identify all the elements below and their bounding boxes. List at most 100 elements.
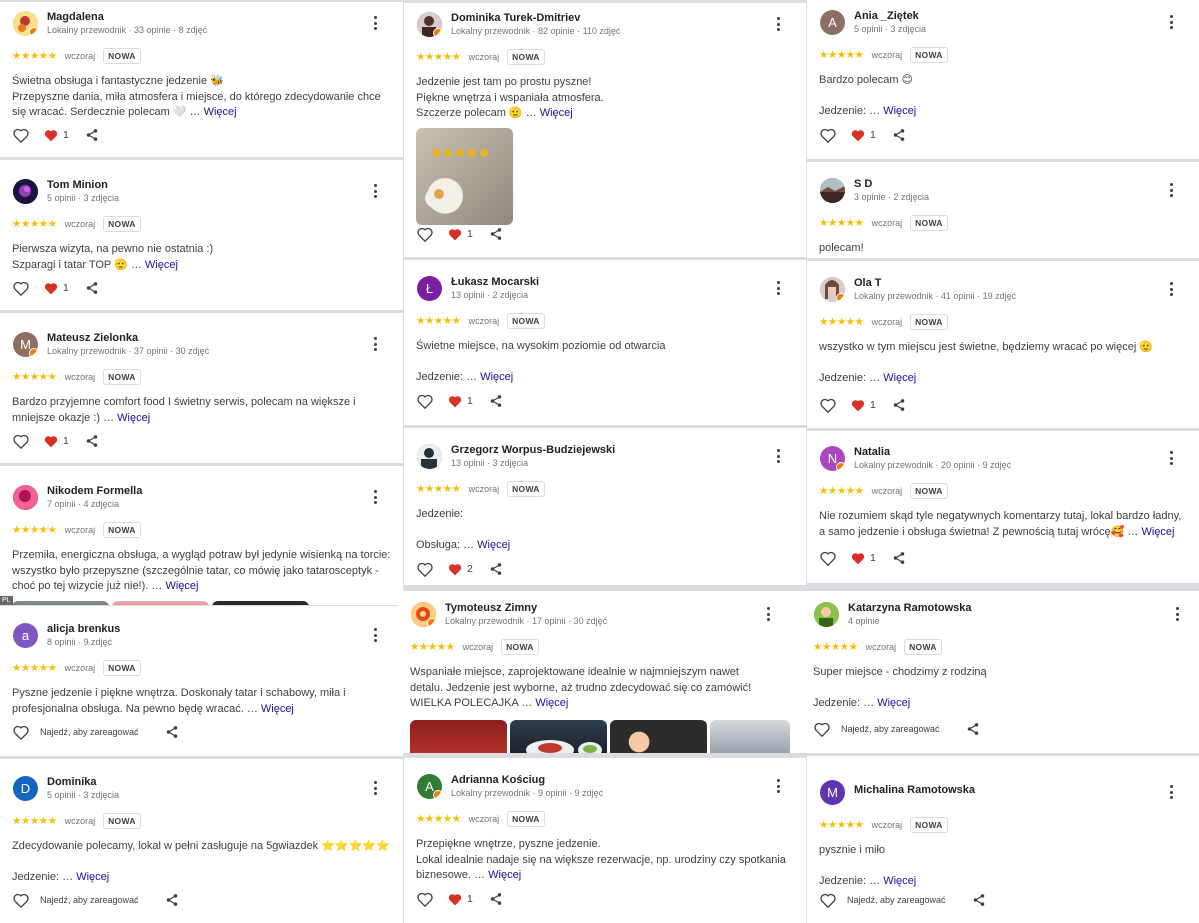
more-options-icon[interactable] xyxy=(1163,182,1179,198)
like-heart-icon[interactable] xyxy=(416,890,434,908)
share-icon[interactable] xyxy=(487,392,505,410)
more-link[interactable]: Więcej xyxy=(488,869,521,881)
review-photo[interactable] xyxy=(610,719,707,753)
more-options-icon[interactable] xyxy=(367,780,383,796)
avatar[interactable] xyxy=(13,485,38,510)
more-options-icon[interactable] xyxy=(1163,14,1179,30)
avatar[interactable]: M xyxy=(820,780,845,805)
more-link[interactable]: Więcej xyxy=(145,259,178,271)
reaction-count[interactable]: 1 xyxy=(851,129,876,142)
share-icon[interactable] xyxy=(890,396,908,414)
share-icon[interactable] xyxy=(964,720,982,738)
avatar[interactable] xyxy=(814,602,839,627)
share-icon[interactable] xyxy=(890,126,908,144)
more-link[interactable]: Więcej xyxy=(883,875,916,887)
more-options-icon[interactable] xyxy=(1163,784,1179,800)
share-icon[interactable] xyxy=(83,126,101,144)
more-options-icon[interactable] xyxy=(367,336,383,352)
more-options-icon[interactable] xyxy=(770,778,786,794)
review-photo[interactable] xyxy=(12,600,109,605)
more-options-icon[interactable] xyxy=(1169,606,1185,622)
avatar[interactable] xyxy=(13,11,38,36)
more-options-icon[interactable] xyxy=(367,627,383,643)
like-heart-icon[interactable] xyxy=(416,560,434,578)
reviewer-name[interactable]: Ola T xyxy=(854,277,882,289)
share-icon[interactable] xyxy=(487,560,505,578)
review-photo[interactable] xyxy=(510,719,607,753)
like-heart-icon[interactable] xyxy=(12,891,30,909)
more-link[interactable]: Więcej xyxy=(877,697,910,709)
review-photo[interactable] xyxy=(416,127,513,225)
share-icon[interactable] xyxy=(487,225,505,243)
reviewer-name[interactable]: Tymoteusz Zimny xyxy=(445,602,537,614)
reaction-count[interactable]: 1 xyxy=(851,399,876,412)
more-link[interactable]: Więcej xyxy=(540,107,573,119)
more-options-icon[interactable] xyxy=(770,16,786,32)
more-link[interactable]: Więcej xyxy=(535,697,568,709)
avatar[interactable]: A xyxy=(417,774,442,799)
reviewer-name[interactable]: Magdalena xyxy=(47,11,104,23)
share-icon[interactable] xyxy=(83,279,101,297)
more-link[interactable]: Więcej xyxy=(204,106,237,118)
avatar[interactable] xyxy=(820,178,845,203)
more-options-icon[interactable] xyxy=(1163,281,1179,297)
avatar[interactable] xyxy=(411,602,436,627)
share-icon[interactable] xyxy=(487,890,505,908)
avatar[interactable]: A xyxy=(820,10,845,35)
reaction-count[interactable]: 1 xyxy=(448,228,473,241)
share-icon[interactable] xyxy=(163,891,181,909)
share-icon[interactable] xyxy=(163,723,181,741)
avatar[interactable]: a xyxy=(13,623,38,648)
reviewer-name[interactable]: Natalia xyxy=(854,446,890,458)
avatar[interactable]: D xyxy=(13,776,38,801)
reaction-count[interactable]: 1 xyxy=(44,282,69,295)
more-link[interactable]: Więcej xyxy=(477,539,510,551)
more-link[interactable]: Więcej xyxy=(261,703,294,715)
reviewer-name[interactable]: Michalina Ramotowska xyxy=(854,784,975,796)
more-options-icon[interactable] xyxy=(367,15,383,31)
like-heart-icon[interactable] xyxy=(12,126,30,144)
share-icon[interactable] xyxy=(970,891,988,909)
reaction-count[interactable]: 2 xyxy=(448,563,473,576)
avatar[interactable]: M xyxy=(13,332,38,357)
share-icon[interactable] xyxy=(83,432,101,450)
avatar[interactable] xyxy=(820,277,845,302)
reviewer-name[interactable]: Tom Minion xyxy=(47,179,108,191)
avatar[interactable] xyxy=(13,179,38,204)
like-heart-icon[interactable] xyxy=(416,392,434,410)
reviewer-name[interactable]: Mateusz Zielonka xyxy=(47,332,138,344)
more-link[interactable]: Więcej xyxy=(1141,526,1174,538)
reviewer-name[interactable]: Dominika xyxy=(47,776,97,788)
reaction-count[interactable]: 1 xyxy=(851,552,876,565)
reaction-count[interactable]: 1 xyxy=(44,129,69,142)
more-link[interactable]: Więcej xyxy=(480,371,513,383)
avatar[interactable]: Ł xyxy=(417,276,442,301)
avatar[interactable] xyxy=(417,12,442,37)
more-link[interactable]: Więcej xyxy=(883,105,916,117)
like-heart-icon[interactable] xyxy=(12,279,30,297)
like-heart-icon[interactable] xyxy=(12,432,30,450)
reviewer-name[interactable]: Adrianna Kościug xyxy=(451,774,545,786)
more-options-icon[interactable] xyxy=(770,280,786,296)
reaction-count[interactable]: 1 xyxy=(448,395,473,408)
review-photo[interactable] xyxy=(212,600,309,605)
like-heart-icon[interactable] xyxy=(819,549,837,567)
more-options-icon[interactable] xyxy=(367,489,383,505)
more-options-icon[interactable] xyxy=(1163,450,1179,466)
like-heart-icon[interactable] xyxy=(819,126,837,144)
avatar[interactable] xyxy=(417,444,442,469)
more-options-icon[interactable] xyxy=(770,448,786,464)
more-link[interactable]: Więcej xyxy=(883,372,916,384)
review-photo[interactable] xyxy=(410,719,507,753)
reviewer-name[interactable]: Grzegorz Worpus-Budziejewski xyxy=(451,444,615,456)
like-heart-icon[interactable] xyxy=(416,225,434,243)
avatar[interactable]: N xyxy=(820,446,845,471)
more-options-icon[interactable] xyxy=(760,606,776,622)
reviewer-name[interactable]: Katarzyna Ramotowska xyxy=(848,602,972,614)
reviewer-name[interactable]: Nikodem Formella xyxy=(47,485,142,497)
like-heart-icon[interactable] xyxy=(12,723,30,741)
reviewer-name[interactable]: Ania _Ziętek xyxy=(854,10,919,22)
reviewer-name[interactable]: alicja brenkus xyxy=(47,623,120,635)
more-link[interactable]: Więcej xyxy=(165,580,198,592)
more-options-icon[interactable] xyxy=(367,183,383,199)
